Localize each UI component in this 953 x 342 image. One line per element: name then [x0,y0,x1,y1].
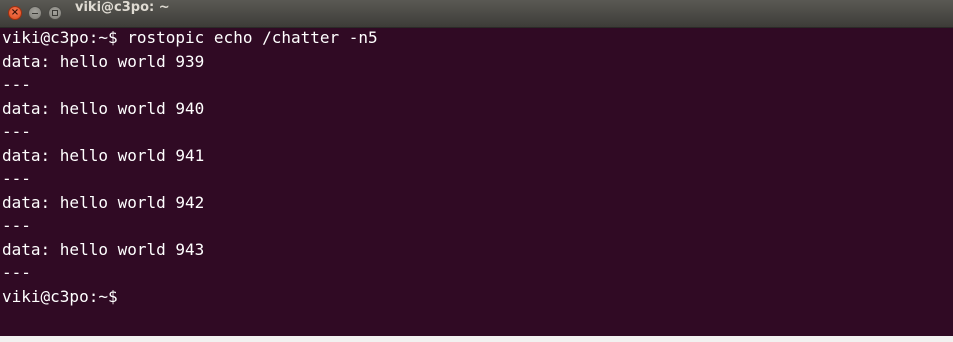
maximize-button[interactable] [48,6,62,20]
title-bar[interactable]: × viki@c3po: ~ [0,0,953,28]
command-line: viki@c3po:~$ rostopic echo /chatter -n5 [2,28,378,47]
close-button[interactable]: × [8,6,22,20]
output-line: data: hello world 943 [2,239,205,259]
window-bottom-margin [0,336,953,342]
output-line: data: hello world 940 [2,98,205,118]
separator-line: --- [2,75,31,94]
separator-line: --- [2,216,31,235]
window-title: viki@c3po: ~ [75,0,170,15]
output-line: data: hello world 939 [2,51,205,71]
terminal-output[interactable]: viki@c3po:~$ rostopic echo /chatter -n5 … [0,28,953,336]
terminal-window: × viki@c3po: ~ viki@c3po:~$ rostopic ech… [0,0,953,336]
close-icon: × [10,7,20,18]
separator-line: --- [2,169,31,188]
output-line: data: hello world 942 [2,192,205,212]
output-line: data: hello world 941 [2,145,205,165]
separator-line: --- [2,263,31,282]
maximize-icon [52,10,58,16]
minimize-icon [32,13,38,14]
minimize-button[interactable] [28,6,42,20]
prompt-line: viki@c3po:~$ [2,286,118,306]
separator-line: --- [2,122,31,141]
